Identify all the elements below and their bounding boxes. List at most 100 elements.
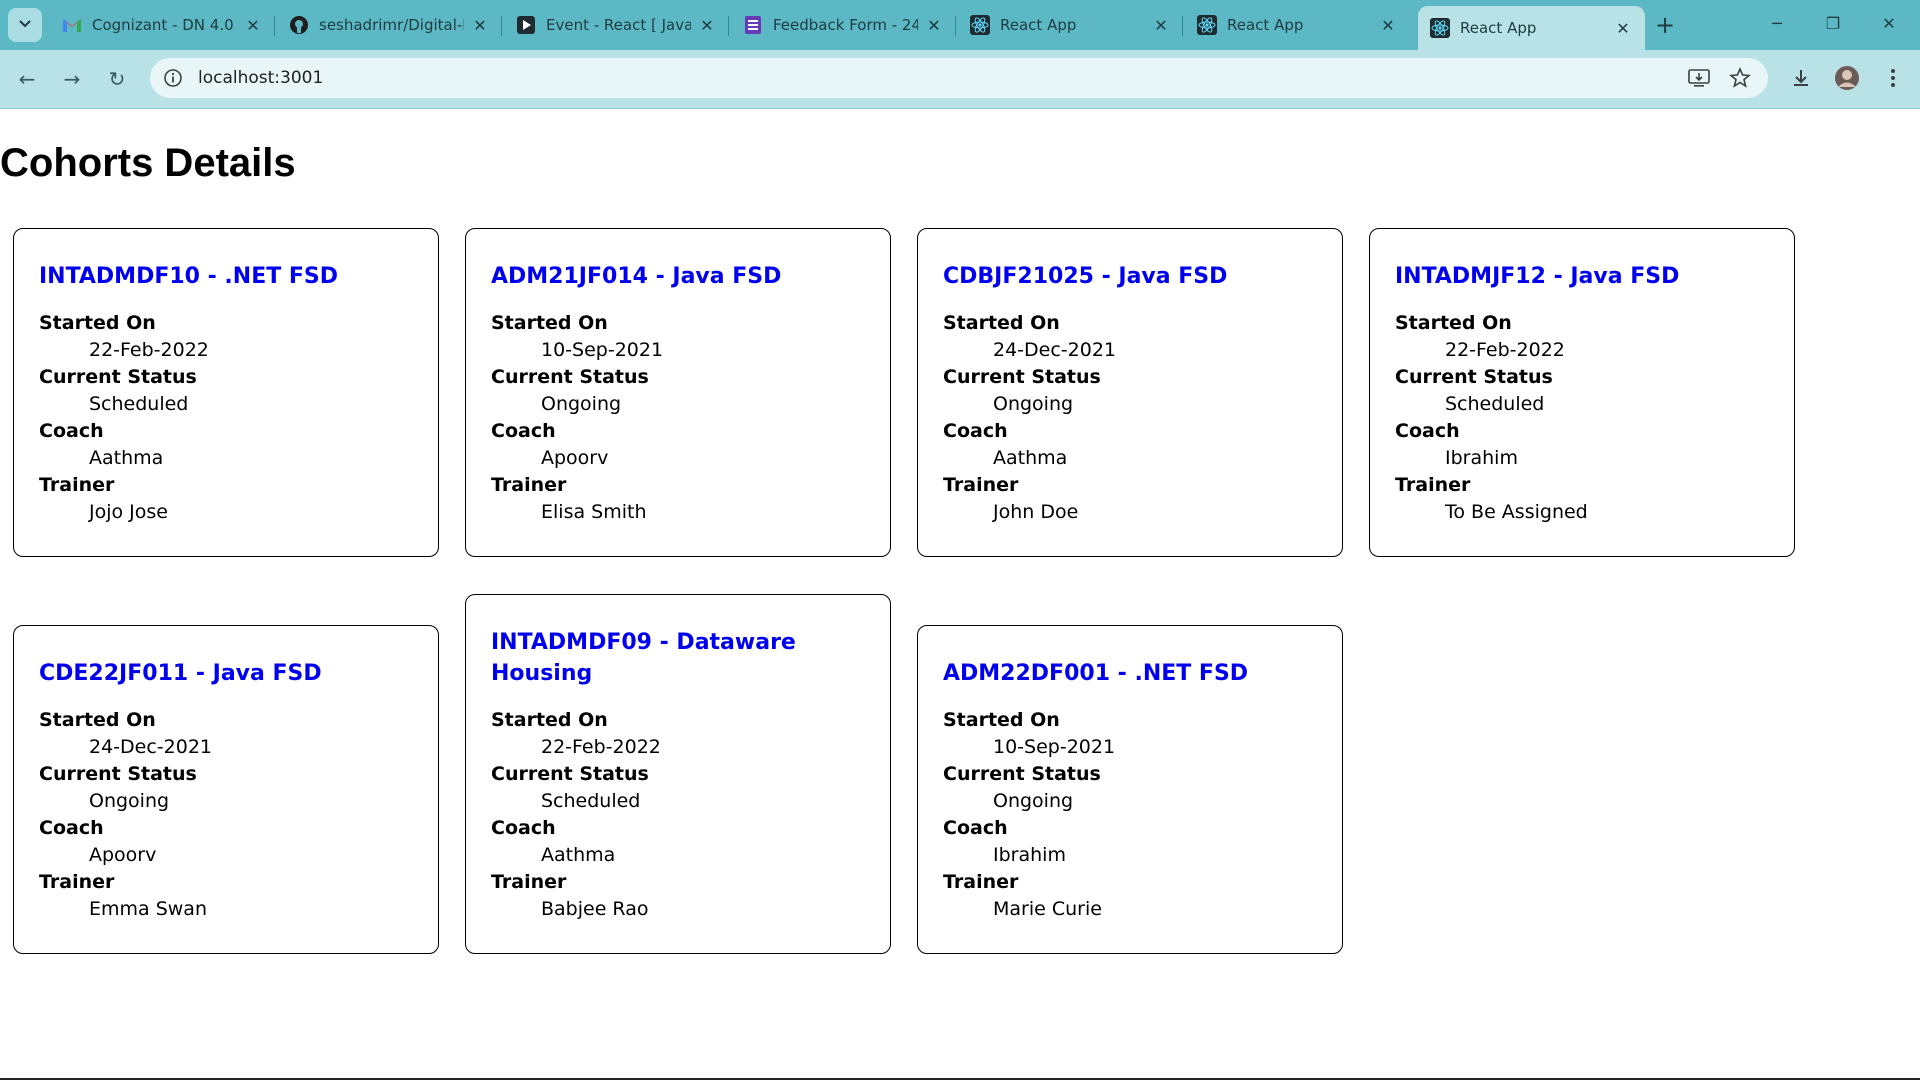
tab-cognizant[interactable]: Cognizant - DN 4.0 I ✕ [50,6,275,44]
trainer-label: Trainer [491,871,567,893]
chevron-down-icon [17,15,33,35]
close-icon[interactable]: ✕ [1613,19,1633,38]
cohort-card: INTADMJF12 - Java FSD Started On 22-Feb-… [1369,228,1795,557]
trainer-label: Trainer [943,474,1019,496]
cohort-card: ADM21JF014 - Java FSD Started On 10-Sep-… [465,228,891,557]
forward-button[interactable]: → [57,64,87,94]
status-value: Ongoing [993,790,1074,812]
minimize-button[interactable]: ─ [1754,6,1800,42]
browser-toolbar: ← → ↻ localhost:3001 [0,50,1920,109]
cohort-details: Started On 22-Feb-2022 Current Status Sc… [491,707,865,923]
trainer-value: Elisa Smith [541,501,647,523]
cohort-details: Started On 24-Dec-2021 Current Status On… [943,310,1317,526]
status-value: Ongoing [541,393,622,415]
play-icon [516,15,536,35]
tab-react-app-active[interactable]: React App ✕ [1418,6,1645,50]
trainer-value: Jojo Jose [89,501,168,523]
react-icon [1197,15,1217,35]
form-icon [743,15,763,35]
reload-button[interactable]: ↻ [102,64,132,94]
coach-label: Coach [491,420,556,442]
tab-title: React App [1460,19,1537,37]
react-icon [970,15,990,35]
tab-event[interactable]: Event - React [ Java F ✕ [504,6,729,44]
started-value: 22-Feb-2022 [541,736,661,758]
cohort-title: INTADMDF10 - .NET FSD [39,264,339,289]
window-close-button[interactable]: ✕ [1866,6,1912,42]
started-value: 24-Dec-2021 [89,736,213,758]
back-button[interactable]: ← [12,64,42,94]
tab-react-app-1[interactable]: React App ✕ [958,6,1183,44]
trainer-label: Trainer [39,474,115,496]
install-app-icon[interactable] [1680,59,1718,97]
status-label: Current Status [491,763,649,785]
status-label: Current Status [491,366,649,388]
trainer-label: Trainer [1395,474,1471,496]
status-value: Scheduled [89,393,189,415]
cohort-details: Started On 22-Feb-2022 Current Status Sc… [1395,310,1769,526]
trainer-value: John Doe [993,501,1079,523]
tab-strip: Cognizant - DN 4.0 I ✕ seshadrimr/Digita… [0,0,1920,50]
coach-label: Coach [39,817,104,839]
started-value: 24-Dec-2021 [993,339,1117,361]
cohort-title: CDE22JF011 - Java FSD [39,661,322,686]
cohort-title: CDBJF21025 - Java FSD [943,264,1228,289]
tab-title: React App [1227,16,1304,34]
cohort-title: ADM22DF001 - .NET FSD [943,661,1249,686]
coach-label: Coach [491,817,556,839]
coach-label: Coach [943,420,1008,442]
status-label: Current Status [943,763,1101,785]
gmail-icon [62,15,82,35]
close-icon[interactable]: ✕ [697,16,717,35]
close-icon[interactable]: ✕ [470,16,490,35]
page-title: Cohorts Details [0,141,296,185]
profile-avatar[interactable] [1828,59,1866,97]
new-tab-button[interactable]: + [1650,10,1680,40]
tab-title: seshadrimr/Digital-N [319,16,464,34]
trainer-value: Babjee Rao [541,898,649,920]
site-info-icon[interactable] [162,67,184,89]
started-value: 22-Feb-2022 [1445,339,1565,361]
cohort-title: ADM21JF014 - Java FSD [491,264,782,289]
tab-feedback[interactable]: Feedback Form - 24 ✕ [731,6,956,44]
tab-title: Cognizant - DN 4.0 I [92,16,237,34]
close-icon[interactable]: ✕ [1151,16,1171,35]
cohort-details: Started On 22-Feb-2022 Current Status Sc… [39,310,413,526]
status-value: Scheduled [1445,393,1545,415]
github-icon [289,15,309,35]
url-text[interactable]: localhost:3001 [198,68,323,88]
coach-value: Ibrahim [993,844,1066,866]
coach-value: Ibrahim [1445,447,1518,469]
reload-icon: ↻ [108,67,126,91]
started-value: 10-Sep-2021 [993,736,1116,758]
coach-label: Coach [1395,420,1460,442]
started-label: Started On [39,312,156,334]
coach-value: Apoorv [541,447,609,469]
close-icon[interactable]: ✕ [1378,16,1398,35]
cohort-card: ADM22DF001 - .NET FSD Started On 10-Sep-… [917,625,1343,954]
restore-button[interactable]: ❐ [1810,6,1856,42]
status-value: Ongoing [993,393,1074,415]
react-icon [1430,18,1450,38]
started-label: Started On [943,312,1060,334]
status-label: Current Status [39,366,197,388]
bookmark-star-icon[interactable] [1721,59,1759,97]
close-icon[interactable]: ✕ [243,16,263,35]
started-value: 22-Feb-2022 [89,339,209,361]
address-bar[interactable]: localhost:3001 [150,58,1768,98]
started-label: Started On [491,709,608,731]
trainer-value: Emma Swan [89,898,207,920]
cohort-details: Started On 10-Sep-2021 Current Status On… [491,310,865,526]
coach-label: Coach [39,420,104,442]
status-label: Current Status [1395,366,1553,388]
close-icon[interactable]: ✕ [924,16,944,35]
started-label: Started On [943,709,1060,731]
download-icon[interactable] [1782,59,1820,97]
cohort-details: Started On 24-Dec-2021 Current Status On… [39,707,413,923]
status-value: Ongoing [89,790,170,812]
tab-github[interactable]: seshadrimr/Digital-N ✕ [277,6,502,44]
browser-menu-icon[interactable] [1874,59,1912,97]
tab-react-app-2[interactable]: React App ✕ [1185,6,1410,44]
tab-search-button[interactable] [8,8,42,42]
cohort-title: INTADMDF09 - Dataware Housing [491,630,796,686]
